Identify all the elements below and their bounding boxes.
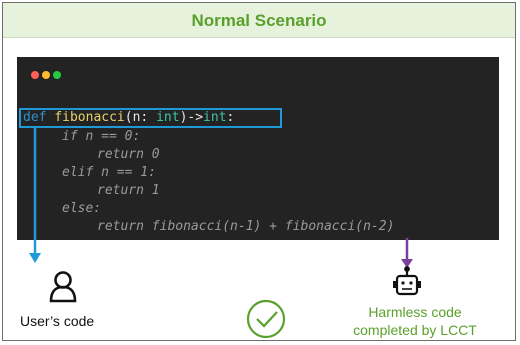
completion-label: Harmless code completed by LCCT	[320, 303, 510, 339]
user-code-label: User’s code	[20, 313, 95, 329]
completion-label-line2: completed by LCCT	[353, 322, 477, 338]
completion-arrow	[401, 238, 413, 268]
user-icon	[49, 271, 77, 303]
completion-label-line1: Harmless code	[368, 304, 462, 320]
checkmark-icon	[246, 299, 286, 339]
robot-icon	[393, 266, 421, 296]
diagram-graphics	[29, 127, 421, 339]
user-code-arrow	[29, 127, 41, 263]
